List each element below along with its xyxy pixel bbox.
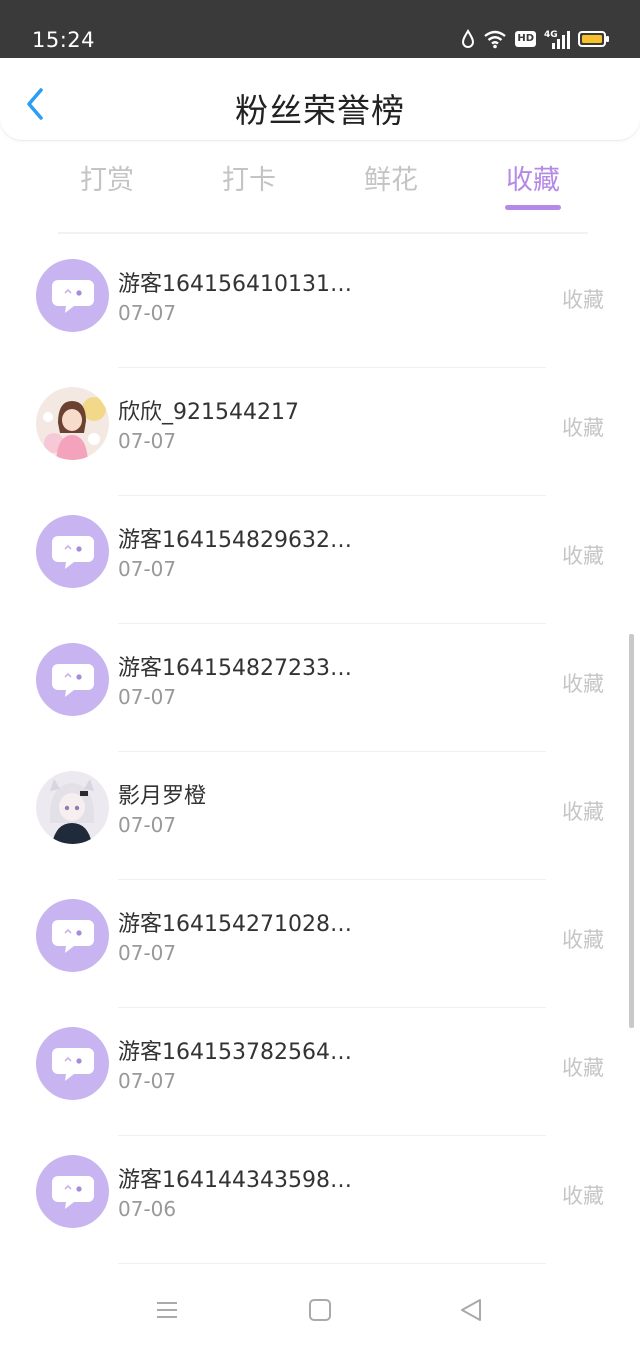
default-chat-icon <box>51 1175 94 1209</box>
item-date: 07-07 <box>118 685 177 709</box>
battery-icon <box>578 30 610 48</box>
user-photo-icon <box>36 771 109 844</box>
user-name: 游客1641564101317... <box>118 272 353 297</box>
user-name: 游客1641548272333... <box>118 656 353 681</box>
item-date: 07-07 <box>118 1069 177 1093</box>
status-bar: 15:24 HD 4G <box>0 0 640 58</box>
system-nav-bar <box>0 1268 640 1351</box>
action-label: 收藏 <box>562 1184 604 1208</box>
list-item[interactable]: 游客1641537825641... 07-07 收藏 <box>0 1008 640 1136</box>
item-date: 07-07 <box>118 557 177 581</box>
default-chat-icon <box>51 1047 94 1081</box>
avatar <box>36 1027 109 1100</box>
square-icon <box>309 1299 331 1321</box>
status-time: 15:24 <box>32 28 96 52</box>
avatar <box>36 643 109 716</box>
page-title: 粉丝荣誉榜 <box>235 91 405 130</box>
user-name: 游客1641537825641... <box>118 1040 353 1065</box>
avatar <box>36 1155 109 1228</box>
default-chat-icon <box>51 663 94 697</box>
menu-icon <box>157 1302 177 1318</box>
action-label: 收藏 <box>562 800 604 824</box>
item-date: 07-07 <box>118 813 177 837</box>
user-name: 游客1641443435983... <box>118 1168 353 1193</box>
hd-badge: HD <box>515 31 536 47</box>
list-item[interactable]: 游客1641564101317... 07-07 收藏 <box>0 240 640 368</box>
status-icons: HD 4G <box>461 27 610 51</box>
action-label: 收藏 <box>562 928 604 952</box>
default-chat-icon <box>51 919 94 953</box>
action-label: 收藏 <box>562 544 604 568</box>
list-item[interactable]: 影月罗橙 07-07 收藏 <box>0 752 640 880</box>
item-date: 07-07 <box>118 429 177 453</box>
signal-icon: 4G <box>544 28 570 50</box>
header-bar: 粉丝荣誉榜 <box>0 58 640 140</box>
user-name: 游客1641542710285... <box>118 912 353 937</box>
network-type: 4G <box>544 30 558 40</box>
list-item[interactable]: 游客1641548272333... 07-07 收藏 <box>0 624 640 752</box>
tab-checkin[interactable]: 打卡 <box>178 158 320 197</box>
list-item[interactable]: 游客1641542710285... 07-07 收藏 <box>0 880 640 1008</box>
user-name: 游客1641548296326... <box>118 528 353 553</box>
tab-bar: 打赏 打卡 鲜花 收藏 <box>0 140 640 216</box>
avatar <box>36 515 109 588</box>
list-item[interactable]: 欣欣_921544217 07-07 收藏 <box>0 368 640 496</box>
default-chat-icon <box>51 535 94 569</box>
action-label: 收藏 <box>562 288 604 312</box>
back-nav-button[interactable] <box>458 1298 484 1326</box>
list-item[interactable]: 游客1641548296326... 07-07 收藏 <box>0 496 640 624</box>
tab-favorites[interactable]: 收藏 <box>462 158 604 197</box>
default-chat-icon <box>51 279 94 313</box>
item-date: 07-07 <box>118 301 177 325</box>
user-name: 欣欣_921544217 <box>118 400 299 425</box>
avatar <box>36 259 109 332</box>
fan-list: 游客1641564101317... 07-07 收藏 欣欣_921544217… <box>0 240 640 1264</box>
avatar <box>36 387 109 460</box>
user-name: 影月罗橙 <box>118 784 207 809</box>
active-tab-indicator <box>505 205 561 210</box>
list-item[interactable]: 游客1641443435983... 07-06 收藏 <box>0 1136 640 1264</box>
avatar <box>36 899 109 972</box>
user-photo-icon <box>36 387 109 460</box>
divider <box>118 1263 546 1264</box>
action-label: 收藏 <box>562 672 604 696</box>
scrollbar[interactable] <box>629 634 634 1028</box>
menu-button[interactable] <box>155 1298 179 1326</box>
tab-flowers[interactable]: 鲜花 <box>320 158 462 197</box>
triangle-back-icon <box>461 1299 481 1321</box>
action-label: 收藏 <box>562 416 604 440</box>
home-button[interactable] <box>308 1298 332 1326</box>
data-saver-icon <box>461 29 475 49</box>
tab-tip[interactable]: 打赏 <box>36 158 178 197</box>
divider <box>58 232 588 234</box>
item-date: 07-06 <box>118 1197 177 1221</box>
avatar <box>36 771 109 844</box>
wifi-icon <box>483 29 507 49</box>
action-label: 收藏 <box>562 1056 604 1080</box>
item-date: 07-07 <box>118 941 177 965</box>
